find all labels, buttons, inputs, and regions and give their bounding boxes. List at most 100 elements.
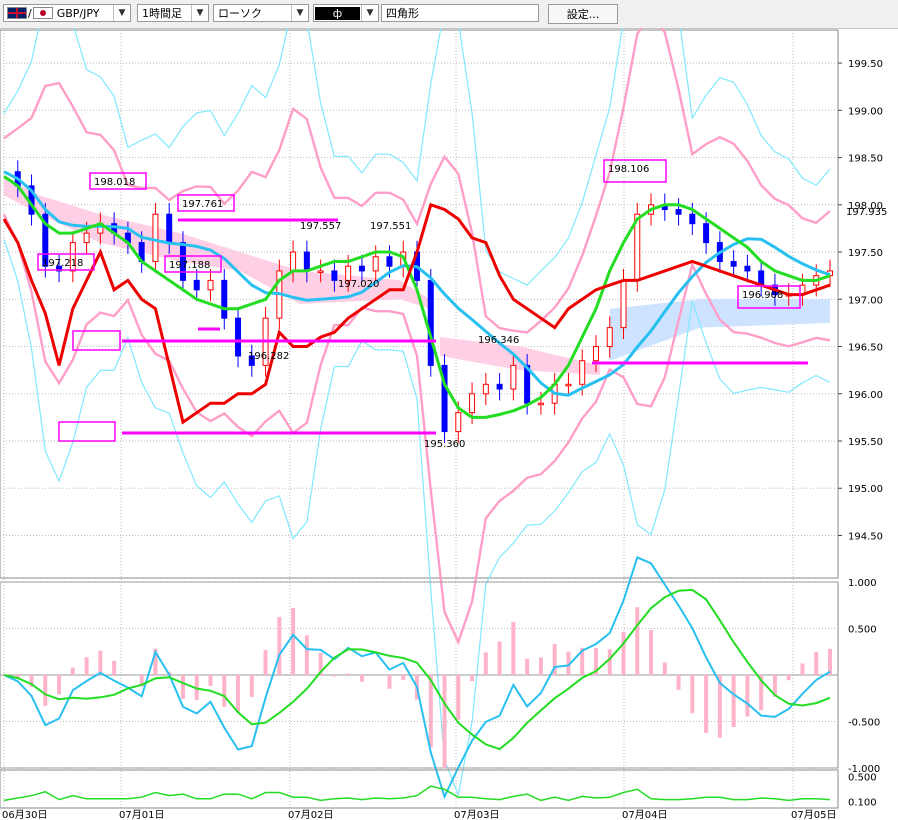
- candle-body: [83, 232, 90, 244]
- macd-histogram-bar: [676, 675, 681, 690]
- candle-body: [358, 265, 365, 272]
- macd-histogram-bar: [98, 650, 103, 675]
- candle-body: [606, 327, 613, 348]
- macd-tick-label: -0.500: [848, 718, 880, 729]
- candle-body: [592, 346, 599, 362]
- price-tick-label: 194.50: [848, 531, 883, 542]
- chart-canvas[interactable]: 198.018 197.761 197.218 197.188 197.557 197.5…: [0, 28, 898, 820]
- flag-separator: /: [28, 6, 32, 20]
- candle-body: [689, 213, 696, 225]
- candle-body: [317, 270, 324, 273]
- macd-histogram-bar: [43, 675, 48, 706]
- date-tick-label: 07月05日: [791, 809, 836, 820]
- candle-body: [152, 213, 159, 262]
- candle: [482, 372, 489, 406]
- macd-histogram-bar: [662, 662, 667, 675]
- drawing-tool-select[interactable]: ф ▼: [313, 4, 379, 22]
- price-axis: 199.50199.00198.50198.00197.50197.00196.…: [838, 59, 887, 542]
- candle-body: [730, 260, 737, 267]
- date-tick-label: 07月04日: [622, 809, 667, 820]
- price-label-text: 197.188: [169, 260, 210, 271]
- candle-body: [372, 256, 379, 272]
- candle-body: [331, 270, 338, 281]
- candle-body: [537, 402, 544, 406]
- price-label-text: 198.106: [608, 164, 649, 175]
- settings-button[interactable]: 設定...: [548, 4, 618, 24]
- symbol-select[interactable]: / GBP/JPY ▼: [3, 4, 131, 22]
- candle-body: [565, 383, 572, 387]
- candle-body: [703, 223, 710, 244]
- chart-style-select[interactable]: ローソク ▼: [213, 4, 309, 22]
- candle: [427, 269, 434, 377]
- macd-histogram-bar: [428, 675, 433, 748]
- macd-histogram-bar: [690, 675, 695, 714]
- candle-body: [386, 256, 393, 267]
- candle: [152, 202, 159, 273]
- candle-body: [496, 383, 503, 390]
- candle-body: [579, 360, 586, 385]
- price-label-text: 196.282: [248, 351, 289, 362]
- price-label-text: 196.908: [742, 290, 783, 301]
- date-tick-label: 07月03日: [454, 809, 499, 820]
- uk-flag-icon: [7, 7, 27, 19]
- candle-body: [193, 279, 200, 291]
- macd-histogram-bar: [704, 675, 709, 734]
- sub-panes: 1.0000.500-0.500-1.0000.5000.10006月30日 07…: [0, 556, 880, 820]
- macd-histogram-bar: [222, 675, 227, 707]
- candle: [441, 354, 448, 443]
- price-label: 197.020: [338, 279, 379, 290]
- price-label-text: 197.551: [370, 221, 411, 232]
- macd-histogram-bar: [442, 675, 447, 769]
- chart-toolbar: / GBP/JPY ▼ 1時間足 ▼ ローソク ▼ ф ▼ 四角形 設定...: [0, 0, 898, 29]
- candle-body: [469, 393, 476, 414]
- price-tick-label: 197.50: [848, 248, 883, 259]
- macd-histogram-bar: [470, 675, 475, 682]
- price-tick-label: 198.50: [848, 154, 883, 165]
- price-label-text: 197.020: [338, 279, 379, 290]
- price-label: 196.282: [248, 351, 289, 362]
- price-label-text: 198.018: [94, 177, 135, 188]
- price-label: 196.346: [478, 335, 519, 346]
- date-tick-label: 07月01日: [119, 809, 164, 820]
- shape-field[interactable]: 四角形: [381, 4, 539, 22]
- macd-histogram-bar: [125, 674, 130, 675]
- date-tick-label: 06月30日: [2, 809, 47, 820]
- macd-histogram-bar: [814, 651, 819, 675]
- price-tick-label: 196.50: [848, 343, 883, 354]
- timeframe-select[interactable]: 1時間足 ▼: [137, 4, 209, 22]
- macd-histogram-bar: [57, 675, 62, 695]
- macd-tick-label: 0.500: [848, 625, 877, 636]
- cloud-up-area: [440, 337, 600, 375]
- oscillator-tick-label: 0.500: [848, 772, 877, 783]
- price-tick-label: 195.00: [848, 484, 883, 495]
- macd-histogram-bar: [277, 616, 282, 675]
- macd-tick-label: 1.000: [848, 578, 877, 589]
- candle: [69, 231, 76, 283]
- chevron-down-icon[interactable]: ▼: [361, 5, 378, 21]
- macd-histogram-bar: [745, 675, 750, 717]
- macd-histogram-bar: [387, 675, 392, 689]
- macd-histogram-bar: [607, 649, 612, 675]
- price-label-text: 197.761: [182, 199, 223, 210]
- candle: [744, 254, 751, 283]
- chevron-down-icon[interactable]: ▼: [291, 5, 308, 21]
- candle-body: [510, 364, 517, 390]
- candle: [661, 193, 668, 221]
- chart-style-value: ローソク: [218, 7, 262, 20]
- jp-flag-icon: [32, 7, 53, 19]
- candle-body: [427, 279, 434, 366]
- candle: [235, 306, 242, 368]
- candle-body: [744, 265, 751, 272]
- macd-histogram-bar: [511, 622, 516, 675]
- chevron-down-icon[interactable]: ▼: [113, 5, 130, 21]
- chevron-down-icon[interactable]: ▼: [191, 5, 208, 21]
- candle-body: [620, 279, 627, 329]
- current-price-label: 197.935: [846, 207, 887, 218]
- macd-histogram-bar: [635, 607, 640, 675]
- price-label: 198.106: [603, 159, 667, 183]
- macd-histogram-bar: [112, 660, 117, 675]
- price-label-text: 197.557: [300, 221, 341, 232]
- macd-histogram-bar: [731, 675, 736, 728]
- macd-histogram-bar: [180, 675, 185, 699]
- oscillator-tick-label: 0.100: [848, 798, 877, 809]
